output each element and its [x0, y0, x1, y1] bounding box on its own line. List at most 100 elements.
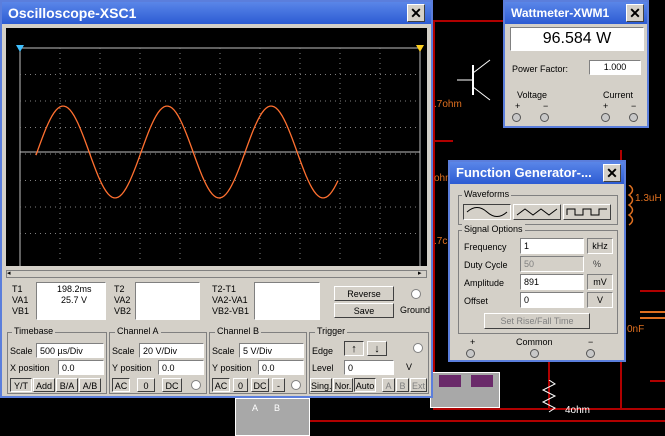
voltage-minus-label: −: [543, 101, 549, 111]
channel-a-ac-button[interactable]: AC: [112, 378, 130, 392]
scope-icon-label: A: [252, 403, 259, 413]
offset-field[interactable]: 0: [520, 292, 584, 308]
readout-label: T1: [12, 284, 23, 294]
trigger-source-a-button[interactable]: A: [382, 378, 395, 392]
plus-terminal-icon[interactable]: [466, 349, 475, 358]
channel-b-dc-button[interactable]: DC: [251, 378, 269, 392]
scroll-right-icon[interactable]: ▸: [418, 270, 426, 277]
resistor-label: 4ohm: [565, 405, 591, 416]
trigger-source-ext-button[interactable]: Ext: [410, 378, 427, 392]
frequency-unit-spinner[interactable]: kHz: [587, 238, 613, 254]
mode-add-button[interactable]: Add: [33, 378, 55, 392]
mode-ba-button[interactable]: B/A: [56, 378, 78, 392]
channel-b-zero-button[interactable]: 0: [233, 378, 248, 392]
sine-wave-button[interactable]: [463, 204, 511, 220]
waveforms-label: Waveforms: [462, 189, 512, 199]
trigger-single-button[interactable]: Sing.: [310, 378, 332, 392]
channel-b-scale-field[interactable]: 5 V/Div: [239, 343, 304, 358]
trigger-edge-label: Edge: [312, 346, 334, 356]
trigger-level-field[interactable]: 0: [344, 360, 394, 375]
schematic-wire: [433, 20, 435, 410]
amplitude-field[interactable]: 891: [520, 274, 584, 290]
inductor-label: 1.3uH: [635, 193, 662, 204]
channel-a-scale-field[interactable]: 20 V/Div: [139, 343, 204, 358]
trigger-source-b-button[interactable]: B: [396, 378, 409, 392]
channel-a-zero-button[interactable]: 0: [137, 378, 155, 392]
voltage-plus-terminal-icon[interactable]: [512, 113, 521, 122]
capacitor-label: 0nF: [627, 324, 645, 335]
power-factor-label: Power Factor:: [512, 64, 569, 74]
close-icon[interactable]: ✕: [626, 4, 644, 22]
current-plus-label: +: [603, 101, 609, 111]
set-rise-fall-time-button[interactable]: Set Rise/Fall Time: [484, 313, 590, 329]
trigger-auto-button[interactable]: Auto: [354, 378, 376, 392]
current-plus-terminal-icon[interactable]: [601, 113, 610, 122]
mode-yt-button[interactable]: Y/T: [10, 378, 32, 392]
minus-terminal-icon[interactable]: [586, 349, 595, 358]
channel-a-ypos-field[interactable]: 0.0: [158, 360, 204, 375]
trigger-ext-terminal-icon[interactable]: [413, 343, 423, 353]
channel-a-terminal-icon[interactable]: [191, 380, 201, 390]
xposition-label: X position: [10, 363, 50, 373]
readout-label: T2-T1: [212, 284, 237, 294]
resistor-symbol: [541, 380, 557, 413]
readout-label: VB1: [12, 306, 30, 316]
readout-label: VB2: [114, 306, 132, 316]
current-minus-label: −: [631, 101, 637, 111]
va1-value: 25.7 V: [61, 295, 88, 305]
readout-label: T2: [114, 284, 125, 294]
rising-edge-icon[interactable]: ↑: [344, 341, 364, 356]
current-minus-terminal-icon[interactable]: [629, 113, 638, 122]
triangle-wave-icon: [516, 208, 558, 216]
wattmeter-instrument-icon[interactable]: [430, 372, 500, 408]
current-label: Current: [603, 90, 634, 100]
scope-instrument-icon[interactable]: A B: [235, 398, 310, 436]
voltage-plus-label: +: [515, 101, 521, 111]
save-button[interactable]: Save: [334, 303, 394, 318]
falling-edge-icon[interactable]: ↓: [367, 341, 387, 356]
trigger-title: Trigger: [315, 326, 348, 336]
channel-b-ypos-label: Y position: [212, 363, 252, 373]
scope-icon-label: B: [274, 403, 281, 413]
trigger-level-label: Level: [312, 363, 334, 373]
channel-b-terminal-icon[interactable]: [291, 380, 301, 390]
channel-b-ypos-field[interactable]: 0.0: [258, 360, 304, 375]
triangle-wave-button[interactable]: [513, 204, 561, 220]
offset-unit-spinner[interactable]: V: [587, 292, 613, 308]
channel-b-invert-button[interactable]: -: [272, 378, 285, 392]
trigger-normal-button[interactable]: Nor.: [333, 378, 353, 392]
scope-screen: [6, 28, 427, 281]
channel-a-ypos-label: Y position: [112, 363, 152, 373]
frequency-label: Frequency: [464, 242, 507, 252]
offset-label: Offset: [464, 296, 488, 306]
transistor-symbol: [457, 59, 491, 101]
resistor-label: .7c: [434, 236, 448, 247]
minus-terminal-label: −: [588, 337, 594, 347]
screen-scrollbar[interactable]: ◂ ▸: [6, 270, 427, 278]
schematic-wire: [433, 20, 503, 22]
readout-t2-box: [135, 282, 200, 320]
frequency-field[interactable]: 1: [520, 238, 584, 254]
scroll-left-icon[interactable]: ◂: [7, 270, 15, 277]
xposition-field[interactable]: 0.0: [58, 360, 104, 375]
trigger-level-unit: V: [406, 362, 413, 372]
mode-ab-button[interactable]: A/B: [79, 378, 101, 392]
common-terminal-icon[interactable]: [530, 349, 539, 358]
square-wave-button[interactable]: [563, 204, 611, 220]
readout-t1-box: 198.2ms 25.7 V: [36, 282, 106, 320]
ground-label: Ground: [400, 305, 431, 315]
voltage-minus-terminal-icon[interactable]: [540, 113, 549, 122]
duty-cycle-field[interactable]: 50: [520, 256, 584, 272]
close-icon[interactable]: ✕: [407, 4, 425, 22]
channel-b-ac-button[interactable]: AC: [212, 378, 230, 392]
scope-graticule: [16, 45, 424, 281]
ground-terminal-icon[interactable]: [411, 289, 421, 299]
common-terminal-label: Common: [516, 337, 553, 347]
channel-a-dc-button[interactable]: DC: [162, 378, 182, 392]
resistor-label: .7ohm: [434, 99, 462, 110]
timebase-scale-field[interactable]: 500 µs/Div: [36, 343, 104, 358]
close-icon[interactable]: ✕: [603, 164, 621, 182]
plus-terminal-label: +: [470, 337, 476, 347]
reverse-button[interactable]: Reverse: [334, 286, 394, 301]
amplitude-unit-spinner[interactable]: mV: [587, 274, 613, 290]
